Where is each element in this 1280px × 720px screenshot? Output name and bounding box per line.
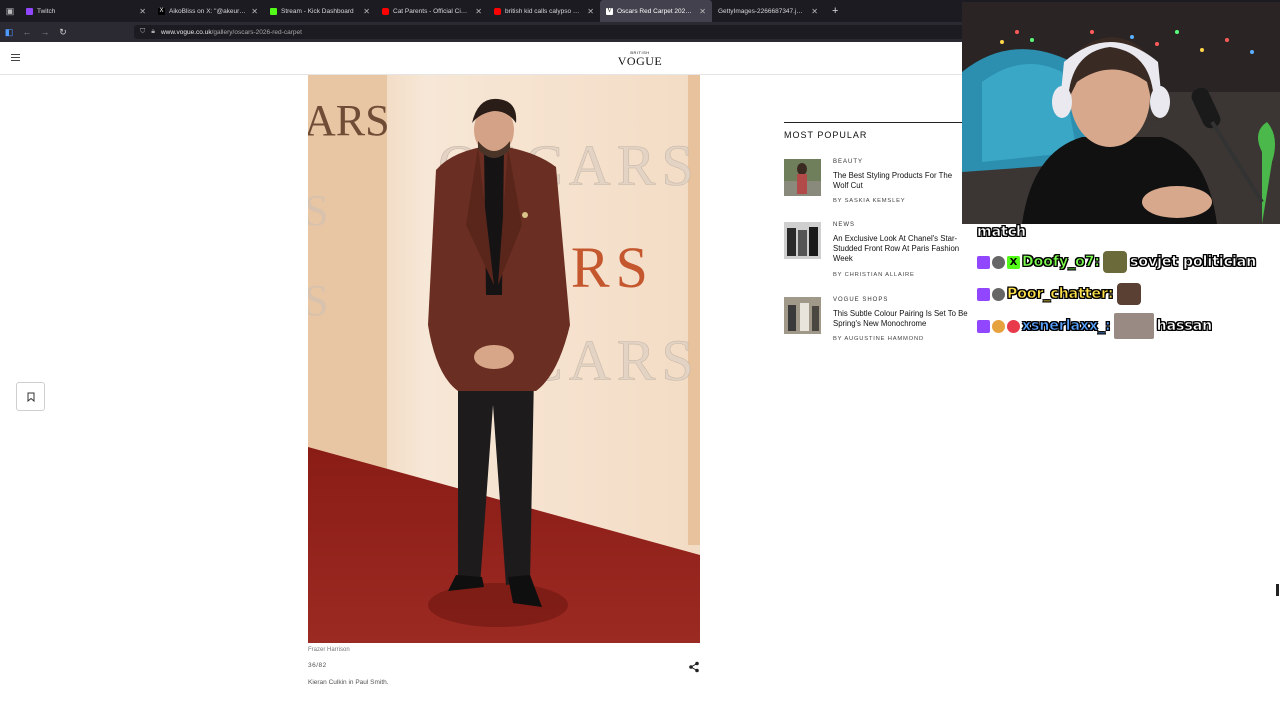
- chat-username: Poor_chatter:: [1007, 286, 1114, 303]
- browser-tab[interactable]: GettyImages-2266687347.jpg (JPEG ✕: [712, 0, 824, 22]
- gallery-counter: 36/82: [308, 662, 327, 669]
- close-tab-icon[interactable]: ✕: [587, 7, 594, 16]
- crown-badge-icon: [992, 287, 1005, 301]
- popular-item[interactable]: NEWS An Exclusive Look At Chanel's Star-…: [784, 222, 968, 282]
- share-icon: [689, 661, 699, 673]
- popular-item[interactable]: BEAUTY The Best Styling Products For The…: [784, 159, 968, 219]
- url-text: www.vogue.co.uk/gallery/oscars-2026-red-…: [161, 29, 302, 36]
- webcam-image: [962, 2, 1280, 224]
- svg-text:S: S: [308, 186, 328, 235]
- youtube-favicon-icon: [382, 7, 389, 15]
- share-button[interactable]: [688, 660, 700, 673]
- address-bar[interactable]: ⛉ 🔒︎ www.vogue.co.uk/gallery/oscars-2026…: [134, 25, 964, 39]
- subscriber-badge-icon: [977, 255, 990, 269]
- browser-tab[interactable]: Twitch ✕: [20, 0, 152, 22]
- popular-headline[interactable]: This Subtle Colour Pairing Is Set To Be …: [833, 309, 969, 329]
- popular-category: VOGUE SHOPS: [833, 297, 889, 303]
- vogue-favicon-icon: V: [606, 7, 613, 15]
- vogue-logo[interactable]: BRITISH VOGUE: [610, 50, 670, 67]
- chat-message: xsnerlaxx_: hassan: [977, 313, 1213, 339]
- scrollbar-thumb[interactable]: [1276, 584, 1279, 596]
- crown-badge-icon: [992, 255, 1005, 269]
- forward-icon[interactable]: →: [36, 22, 54, 42]
- reload-icon[interactable]: ↻: [54, 22, 72, 42]
- subscriber-badge-icon: [977, 287, 990, 301]
- tab-title: british kid calls calypso mingin: [505, 7, 582, 15]
- streamer-webcam: [962, 2, 1280, 224]
- thumbnail-image: [784, 297, 821, 334]
- chat-message: Poor_chatter:: [977, 282, 1144, 306]
- popular-thumbnail[interactable]: [784, 222, 821, 259]
- shield-icon[interactable]: ⛉: [140, 28, 145, 36]
- popular-category: NEWS: [833, 222, 855, 228]
- heart-badge-icon: [1007, 319, 1020, 333]
- menu-icon[interactable]: [11, 54, 20, 61]
- thumbnail-image: [784, 222, 821, 259]
- tab-list-icon[interactable]: ▣: [0, 0, 20, 22]
- browser-tab[interactable]: Stream - Kick Dashboard ✕: [264, 0, 376, 22]
- photo-caption: Kieran Culkin in Paul Smith.: [308, 679, 389, 686]
- gallery-photo[interactable]: OSCARS OSCARS ARS ARS S S: [308, 75, 700, 643]
- chat-text: hassan: [1156, 318, 1213, 335]
- url-domain: www.vogue.co.uk: [160, 28, 212, 36]
- tab-title: AikoBliss on X: "@akeurajitsuk: [169, 7, 246, 15]
- tab-title: Cat Parents - Official Cinematic: [393, 7, 470, 15]
- tab-title: Twitch: [37, 7, 56, 15]
- kick-badge-icon: X: [1007, 255, 1020, 269]
- chat-username: xsnerlaxx_:: [1022, 318, 1111, 335]
- browser-tab-active[interactable]: V Oscars Red Carpet 2026: See E ✕: [600, 0, 712, 22]
- browser-tab[interactable]: british kid calls calypso mingin ✕: [488, 0, 600, 22]
- chat-text: sovjet politician: [1130, 254, 1257, 271]
- gift-badge-icon: [992, 319, 1005, 333]
- x-favicon-icon: X: [158, 7, 165, 15]
- bookmark-button[interactable]: [16, 382, 45, 411]
- twitch-favicon-icon: [26, 7, 33, 15]
- tab-title: GettyImages-2266687347.jpg (JPEG: [718, 7, 806, 15]
- youtube-favicon-icon: [494, 7, 501, 15]
- photo-credit: Frazer Harrison: [308, 647, 350, 653]
- back-icon[interactable]: ←: [18, 22, 36, 42]
- browser-tab[interactable]: Cat Parents - Official Cinematic ✕: [376, 0, 488, 22]
- close-tab-icon[interactable]: ✕: [699, 7, 706, 16]
- close-tab-icon[interactable]: ✕: [475, 7, 482, 16]
- popular-thumbnail[interactable]: [784, 297, 821, 334]
- soldier-emote-icon: [1103, 251, 1128, 273]
- bookmark-icon: [27, 392, 34, 402]
- new-tab-icon[interactable]: +: [832, 5, 838, 17]
- url-path: /gallery/oscars-2026-red-carpet: [211, 28, 302, 36]
- popular-thumbnail[interactable]: [784, 159, 821, 196]
- popular-byline: BY SASKIA KEMSLEY: [833, 198, 906, 204]
- tab-title: Oscars Red Carpet 2026: See E: [617, 7, 694, 15]
- logo-title: VOGUE: [617, 54, 663, 68]
- popular-byline: BY AUGUSTINE HAMMOND: [833, 336, 924, 342]
- popular-byline: BY CHRISTIAN ALLAIRE: [833, 272, 915, 278]
- cat-emote-icon: [1116, 283, 1141, 305]
- svg-text:ARS: ARS: [308, 96, 390, 145]
- close-tab-icon[interactable]: ✕: [811, 7, 818, 16]
- close-tab-icon[interactable]: ✕: [251, 7, 258, 16]
- tab-title: Stream - Kick Dashboard: [281, 7, 354, 15]
- chat-message: X Doofy_o7: sovjet politician: [977, 250, 1257, 274]
- svg-text:S: S: [308, 276, 328, 325]
- popular-headline[interactable]: The Best Styling Products For The Wolf C…: [833, 171, 969, 191]
- chat-text: match: [977, 224, 1027, 241]
- thumbnail-image: [784, 159, 821, 196]
- chat-username: Doofy_o7:: [1022, 254, 1101, 271]
- popular-item[interactable]: VOGUE SHOPS This Subtle Colour Pairing I…: [784, 297, 968, 357]
- kick-favicon-icon: [270, 7, 277, 15]
- close-tab-icon[interactable]: ✕: [363, 7, 370, 16]
- browser-tab[interactable]: X AikoBliss on X: "@akeurajitsuk ✕: [152, 0, 264, 22]
- lock-icon[interactable]: 🔒︎: [151, 28, 155, 36]
- popular-headline[interactable]: An Exclusive Look At Chanel's Star-Studd…: [833, 234, 969, 264]
- most-popular-title: MOST POPULAR: [784, 130, 868, 140]
- sidebar-toggle-icon[interactable]: ◧: [0, 22, 18, 42]
- popular-category: BEAUTY: [833, 159, 864, 165]
- man-photo-emote-icon: [1113, 313, 1154, 339]
- red-carpet-photo: OSCARS OSCARS ARS ARS S S: [308, 75, 700, 643]
- close-tab-icon[interactable]: ✕: [139, 7, 146, 16]
- subscriber-badge-icon: [977, 319, 990, 333]
- chat-message-partial: match: [977, 220, 1027, 244]
- most-popular-section: MOST POPULAR BEAUTY The Best Styling Pro…: [784, 122, 968, 342]
